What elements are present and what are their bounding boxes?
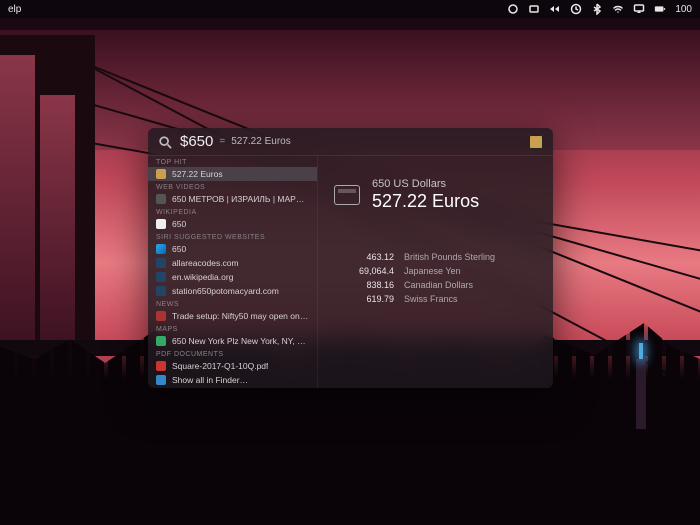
result-row[interactable]: 650 New York Plz New York, NY, U… xyxy=(148,334,317,348)
url-icon xyxy=(156,272,166,282)
results-group-header: SIRI SUGGESTED WEBSITES xyxy=(148,231,317,242)
conversion-rates-table: 463.12 British Pounds Sterling 69,064.4 Jap… xyxy=(334,252,537,304)
conversion-from: 650 US Dollars xyxy=(372,178,479,190)
menu-extra-icon[interactable] xyxy=(549,3,561,15)
result-label: allareacodes.com xyxy=(172,258,239,268)
result-label: en.wikipedia.org xyxy=(172,272,233,282)
bluetooth-icon[interactable] xyxy=(591,3,603,15)
result-label: 650 New York Plz New York, NY, U… xyxy=(172,336,309,346)
rate-value: 619.79 xyxy=(334,294,394,304)
result-row[interactable]: allareacodes.com xyxy=(148,256,317,270)
finder-icon xyxy=(156,375,166,385)
results-group-header: NEWS xyxy=(148,298,317,309)
url-icon xyxy=(156,258,166,268)
rate-currency: Japanese Yen xyxy=(404,266,537,276)
spotlight-detail-pane: 650 US Dollars 527.22 Euros 463.12 Britis… xyxy=(318,156,553,388)
rate-value: 69,064.4 xyxy=(334,266,394,276)
news-icon xyxy=(156,311,166,321)
conversion-to: 527.22 Euros xyxy=(372,191,479,212)
result-row[interactable]: en.wikipedia.org xyxy=(148,270,317,284)
pdf-icon xyxy=(156,361,166,371)
map-icon xyxy=(156,336,166,346)
result-row[interactable]: 650 МЕТРОВ | ИЗРАИЛЬ | МАРЬЯ… xyxy=(148,192,317,206)
result-row[interactable]: Show all in Finder… xyxy=(148,373,317,387)
equals-sign: = xyxy=(219,136,225,147)
result-row[interactable]: Trade setup: Nifty50 may open on… xyxy=(148,309,317,323)
result-label: station650potomacyard.com xyxy=(172,286,279,296)
results-group-header: PDF DOCUMENTS xyxy=(148,348,317,359)
rate-currency: British Pounds Sterling xyxy=(404,252,537,262)
spotlight-inline-result: 527.22 Euros xyxy=(231,136,291,147)
empire-state-building xyxy=(636,359,646,429)
menubar-app-menu[interactable]: elp xyxy=(8,4,21,15)
rate-value: 463.12 xyxy=(334,252,394,262)
result-row[interactable]: station650potomacyard.com xyxy=(148,284,317,298)
city-skyline xyxy=(0,395,700,525)
clock-icon[interactable] xyxy=(570,3,582,15)
result-label: 527.22 Euros xyxy=(172,169,223,179)
result-row[interactable]: 650 xyxy=(148,242,317,256)
rate-value: 838.16 xyxy=(334,280,394,290)
menubar: elp 100 xyxy=(0,0,700,18)
result-row[interactable]: 527.22 Euros xyxy=(148,167,317,181)
search-icon xyxy=(158,135,172,149)
calculator-thumb-icon xyxy=(529,135,543,149)
spotlight-query[interactable]: $650 xyxy=(180,133,213,150)
spotlight-search-row[interactable]: $650 = 527.22 Euros xyxy=(148,128,553,156)
result-label: 650 xyxy=(172,219,186,229)
result-label: Trade setup: Nifty50 may open on… xyxy=(172,311,308,321)
url-icon xyxy=(156,286,166,296)
safari-icon xyxy=(156,244,166,254)
wifi-icon[interactable] xyxy=(612,3,624,15)
result-label: Show all in Finder… xyxy=(172,375,248,385)
results-group-header: WEB VIDEOS xyxy=(148,181,317,192)
spotlight-panel: $650 = 527.22 Euros TOP HIT 527.22 Euros W… xyxy=(148,128,553,388)
rate-currency: Swiss Francs xyxy=(404,294,537,304)
wiki-icon xyxy=(156,219,166,229)
calc-icon xyxy=(156,169,166,179)
menu-extra-icon[interactable] xyxy=(528,3,540,15)
result-label: 650 xyxy=(172,244,186,254)
spotlight-results-list: TOP HIT 527.22 Euros WEB VIDEOS 650 МЕТРОВ … xyxy=(148,156,318,388)
result-label: 650 МЕТРОВ | ИЗРАИЛЬ | МАРЬЯ… xyxy=(172,194,309,204)
results-group-header: TOP HIT xyxy=(148,156,317,167)
results-group-header: MAPS xyxy=(148,323,317,334)
currency-card-icon xyxy=(334,185,360,205)
menu-extra-icon[interactable] xyxy=(507,3,519,15)
result-label: Square-2017-Q1-10Q.pdf xyxy=(172,361,268,371)
result-row[interactable]: 650 xyxy=(148,217,317,231)
airplay-icon[interactable] xyxy=(633,3,645,15)
battery-percent: 100 xyxy=(675,4,692,15)
battery-icon[interactable] xyxy=(654,3,666,15)
results-group-header: WIKIPEDIA xyxy=(148,206,317,217)
video-icon xyxy=(156,194,166,204)
result-row[interactable]: Square-2017-Q1-10Q.pdf xyxy=(148,359,317,373)
rate-currency: Canadian Dollars xyxy=(404,280,537,290)
